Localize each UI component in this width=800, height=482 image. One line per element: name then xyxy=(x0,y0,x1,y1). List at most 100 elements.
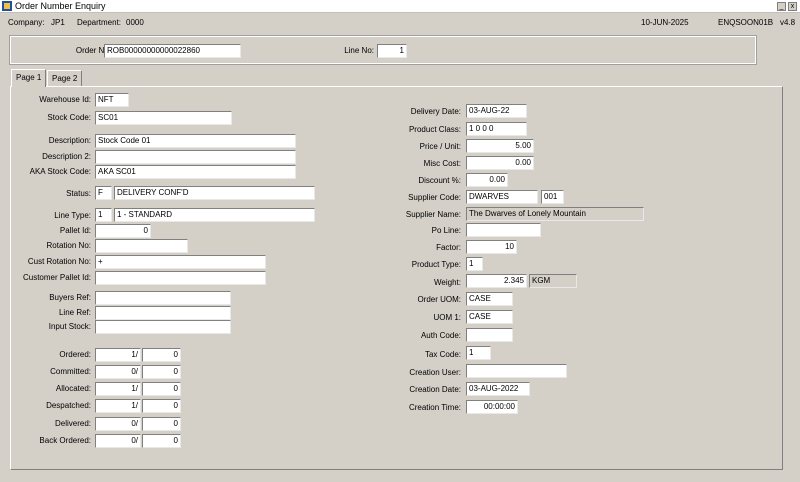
quantity-b-field[interactable]: 0 xyxy=(142,348,181,362)
creation-date-field[interactable]: 03-AUG-2022 xyxy=(466,382,530,396)
quantity-label: Back Ordered: xyxy=(39,436,91,445)
minimize-button[interactable]: _ xyxy=(777,2,786,11)
supplier-code-label: Supplier Code: xyxy=(408,193,461,202)
input-stock-field[interactable] xyxy=(95,320,231,334)
line-no-label: Line No: xyxy=(344,46,374,55)
order-uom-field[interactable]: CASE xyxy=(466,292,513,306)
cust-rotation-no-label: Cust Rotation No: xyxy=(27,257,91,266)
line-type-desc-field[interactable]: 1 - STANDARD xyxy=(114,208,315,222)
quantity-label: Committed: xyxy=(50,367,91,376)
quantity-label: Delivered: xyxy=(54,419,91,428)
aka-stock-code-label: AKA Stock Code: xyxy=(29,167,91,176)
customer-pallet-id-field[interactable] xyxy=(95,271,266,285)
weight-unit-field: KGM xyxy=(529,274,577,288)
tab-page-2[interactable]: Page 2 xyxy=(47,70,83,86)
order-no-field[interactable]: ROB00000000000022860 xyxy=(104,44,241,58)
weight-field[interactable]: 2.345 xyxy=(466,274,527,288)
line-no-field[interactable]: 1 xyxy=(377,44,407,58)
creation-time-field[interactable]: 00:00:00 xyxy=(466,400,518,414)
product-class-label: Product Class: xyxy=(408,125,461,134)
quantity-b-field[interactable]: 0 xyxy=(142,417,181,431)
cust-rotation-no-field[interactable]: + xyxy=(95,255,266,269)
description2-field[interactable] xyxy=(95,150,296,164)
delivery-date-field[interactable]: 03-AUG-22 xyxy=(466,104,527,118)
discount-label: Discount %: xyxy=(418,176,461,185)
delivery-date-label: Delivery Date: xyxy=(410,107,461,116)
header-panel: Order No: ROB00000000000022860 Line No: … xyxy=(9,35,757,65)
date-value: 10-JUN-2025 xyxy=(641,18,689,27)
auth-code-field[interactable] xyxy=(466,328,513,342)
main-panel: Warehouse Id: NFT Stock Code: SC01 Descr… xyxy=(10,86,783,470)
uom-1-field[interactable]: CASE xyxy=(466,310,513,324)
price-unit-field[interactable]: 5.00 xyxy=(466,139,534,153)
pallet-id-label: Pallet Id: xyxy=(59,226,91,235)
quantity-b-field[interactable]: 0 xyxy=(142,434,181,448)
pallet-id-field[interactable]: 0 xyxy=(95,224,151,238)
rotation-no-field[interactable] xyxy=(95,239,188,253)
title-bar: Order Number Enquiry _ x xyxy=(0,0,800,13)
company-label: Company: xyxy=(8,18,45,27)
tab-page-1[interactable]: Page 1 xyxy=(11,69,47,87)
po-line-label: Po Line: xyxy=(431,226,461,235)
quantity-b-field[interactable]: 0 xyxy=(142,382,181,396)
version: v4.8 xyxy=(780,18,796,27)
creation-user-label: Creation User: xyxy=(409,368,461,377)
line-ref-field[interactable] xyxy=(95,306,231,320)
app-icon xyxy=(2,1,12,11)
creation-date-label: Creation Date: xyxy=(409,385,461,394)
stock-code-label: Stock Code: xyxy=(47,113,91,122)
stock-code-field[interactable]: SC01 xyxy=(95,111,232,125)
quantity-b-field[interactable]: 0 xyxy=(142,365,181,379)
auth-code-label: Auth Code: xyxy=(420,331,461,340)
tax-code-field[interactable]: 1 xyxy=(466,346,491,360)
supplier-name-field: The Dwarves of Lonely Mountain xyxy=(466,207,644,221)
supplier-code-field[interactable]: DWARVES xyxy=(466,190,538,204)
buyers-ref-field[interactable] xyxy=(95,291,231,305)
misc-cost-label: Misc Cost: xyxy=(423,159,461,168)
rotation-no-label: Rotation No: xyxy=(46,241,91,250)
status-label: Status: xyxy=(66,189,91,198)
quantity-label: Ordered: xyxy=(59,350,91,359)
close-button[interactable]: x xyxy=(788,2,797,11)
quantity-a-field[interactable]: 1/ xyxy=(95,348,141,362)
buyers-ref-label: Buyers Ref: xyxy=(49,293,91,302)
quantity-a-field[interactable]: 1/ xyxy=(95,382,141,396)
input-stock-label: Input Stock: xyxy=(48,322,91,331)
program-id: ENQSOON01B xyxy=(718,18,774,27)
quantity-a-field[interactable]: 0/ xyxy=(95,434,141,448)
misc-cost-field[interactable]: 0.00 xyxy=(466,156,534,170)
tax-code-label: Tax Code: xyxy=(424,350,461,359)
quantity-label: Despatched: xyxy=(46,401,91,410)
status-desc-field[interactable]: DELIVERY CONF'D xyxy=(114,186,315,200)
factor-label: Factor: xyxy=(436,243,461,252)
uom-1-label: UOM 1: xyxy=(433,313,461,322)
aka-stock-code-field[interactable]: AKA SC01 xyxy=(95,165,296,179)
status-code-field[interactable]: F xyxy=(95,186,112,200)
price-unit-label: Price / Unit: xyxy=(419,142,461,151)
window-title: Order Number Enquiry xyxy=(15,1,106,11)
product-type-field[interactable]: 1 xyxy=(466,257,483,271)
description-field[interactable]: Stock Code 01 xyxy=(95,134,296,148)
customer-pallet-id-label: Customer Pallet Id: xyxy=(22,273,91,282)
factor-field[interactable]: 10 xyxy=(466,240,517,254)
supplier-name-label: Supplier Name: xyxy=(405,210,461,219)
quantity-a-field[interactable]: 0/ xyxy=(95,365,141,379)
description2-label: Description 2: xyxy=(42,152,91,161)
department-label: Department: xyxy=(77,18,122,27)
info-bar: Company: JP1 Department: 0000 10-JUN-202… xyxy=(0,13,800,33)
warehouse-field[interactable]: NFT xyxy=(95,93,129,107)
quantity-a-field[interactable]: 1/ xyxy=(95,399,141,413)
product-type-label: Product Type: xyxy=(411,260,461,269)
discount-field[interactable]: 0.00 xyxy=(466,173,508,187)
quantity-b-field[interactable]: 0 xyxy=(142,399,181,413)
line-ref-label: Line Ref: xyxy=(58,308,91,317)
creation-user-field[interactable] xyxy=(466,364,567,378)
product-class-field[interactable]: 1 0 0 0 xyxy=(466,122,527,136)
order-no-label: Order No: xyxy=(75,46,111,55)
quantity-a-field[interactable]: 0/ xyxy=(95,417,141,431)
po-line-field[interactable] xyxy=(466,223,541,237)
quantity-label: Allocated: xyxy=(55,384,91,393)
line-type-code-field[interactable]: 1 xyxy=(95,208,112,222)
weight-label: Weight: xyxy=(434,278,461,287)
supplier-suffix-field[interactable]: 001 xyxy=(541,190,564,204)
